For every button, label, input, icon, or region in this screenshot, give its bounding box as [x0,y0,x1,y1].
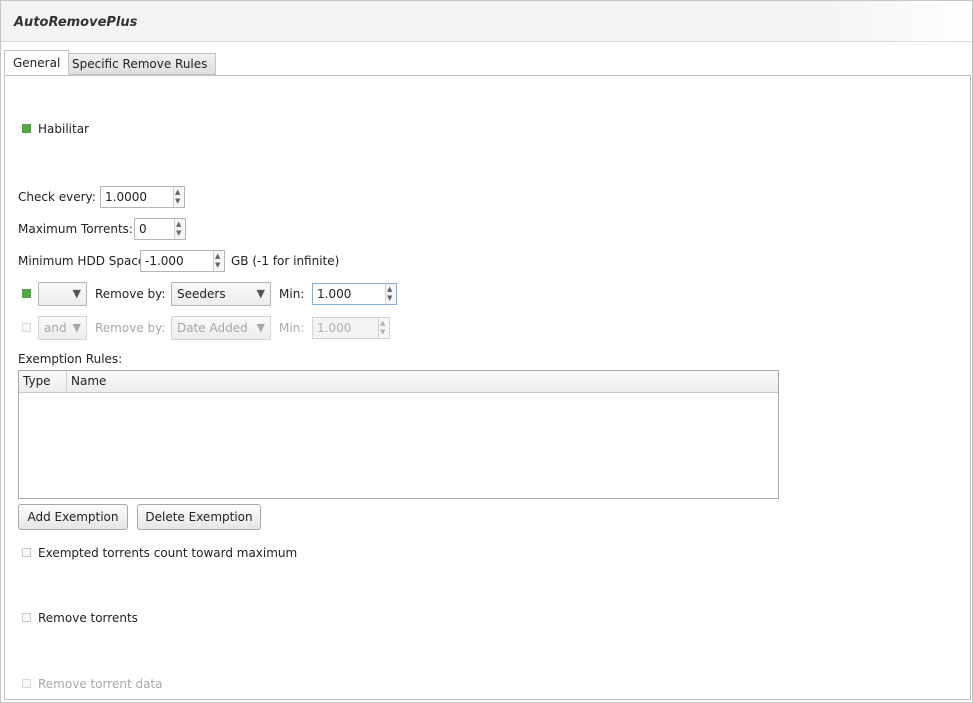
spin-up-icon: ▲ [380,319,386,327]
max-torrents-spinner[interactable]: 0 ▲ ▼ [134,218,186,240]
rule1-remove-by-value: Seeders [177,287,226,301]
rule1-operator-select[interactable]: ▼ [38,282,87,306]
rule2-min-spinner[interactable]: 1.000 ▲ ▼ [312,317,390,339]
rule2-min-value: 1.000 [317,321,352,335]
remove-torrents-label: Remove torrents [38,611,138,625]
spin-down-icon[interactable]: ▼ [176,229,181,237]
chevron-down-icon: ▼ [256,321,265,334]
window-title: AutoRemovePlus [14,15,138,30]
spin-down-icon[interactable]: ▼ [387,294,392,302]
chevron-down-icon: ▼ [72,287,81,300]
grid-header: Type Name [19,371,778,393]
tab-general[interactable]: General [4,50,70,75]
remove-data-label: Remove torrent data [38,677,163,691]
column-type[interactable]: Type [19,371,67,392]
add-exemption-button[interactable]: Add Exemption [18,504,128,530]
remove-torrents-checkbox[interactable] [22,613,31,622]
tab-specific-remove-rules[interactable]: Specific Remove Rules [63,53,217,75]
max-torrents-value: 0 [139,222,147,236]
rule1-remove-by-label: Remove by: [95,287,166,301]
rule2-checkbox[interactable] [22,323,31,332]
check-every-spinner[interactable]: 1.0000 ▲ ▼ [100,186,185,208]
exempted-count-checkbox[interactable] [22,548,31,557]
spin-down-icon: ▼ [380,328,386,336]
rule2-operator-value: and [44,321,67,335]
chevron-down-icon: ▼ [72,321,81,334]
rule1-min-spinner[interactable]: 1.000 ▲ ▼ [312,283,397,305]
rule1-checkbox[interactable] [22,289,31,298]
min-hdd-spinner[interactable]: -1.000 ▲ ▼ [140,250,225,272]
min-hdd-suffix: GB (-1 for infinite) [231,254,340,268]
rule2-remove-by-select[interactable]: Date Added ▼ [171,316,271,340]
check-every-label: Check every: [18,190,96,204]
enable-checkbox[interactable] [22,124,31,133]
exempted-count-label: Exempted torrents count toward maximum [38,546,298,560]
spin-up-icon[interactable]: ▲ [175,188,180,196]
exemption-rules-label: Exemption Rules: [18,352,123,366]
enable-label: Habilitar [38,122,89,136]
chevron-down-icon: ▼ [256,287,265,300]
spin-up-icon[interactable]: ▲ [215,252,220,260]
exemption-rules-grid[interactable]: Type Name [18,370,779,499]
rule1-min-label: Min: [279,287,305,301]
window-header [1,1,972,42]
rule1-min-value: 1.000 [317,287,352,301]
spin-down-icon[interactable]: ▼ [215,261,220,269]
max-torrents-label: Maximum Torrents: [18,222,133,236]
rule1-remove-by-select[interactable]: Seeders ▼ [171,282,271,306]
min-hdd-label: Minimum HDD Space: [18,254,150,268]
remove-data-checkbox[interactable] [22,679,31,688]
column-name[interactable]: Name [67,371,778,392]
rule2-min-label: Min: [279,321,305,335]
min-hdd-value: -1.000 [145,254,184,268]
delete-exemption-button[interactable]: Delete Exemption [137,504,261,530]
spin-up-icon[interactable]: ▲ [387,285,392,293]
spin-down-icon[interactable]: ▼ [175,197,180,205]
rule2-remove-by-label: Remove by: [95,321,166,335]
rule2-remove-by-value: Date Added [177,321,248,335]
spin-up-icon[interactable]: ▲ [176,220,181,228]
check-every-value: 1.0000 [105,190,147,204]
rule2-operator-select[interactable]: and ▼ [38,316,87,340]
